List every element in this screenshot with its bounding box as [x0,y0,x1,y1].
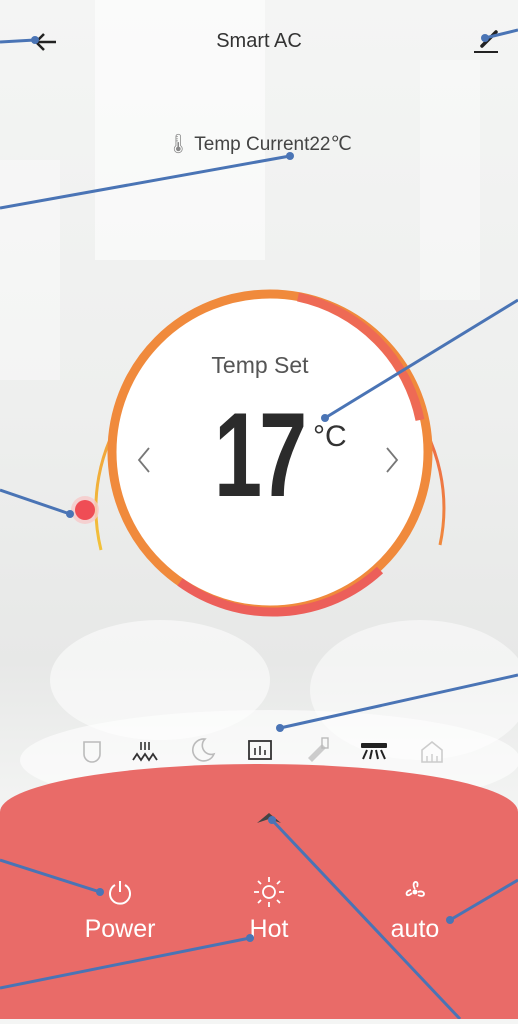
temp-set-value: 17 [214,388,307,522]
heat-mode-icon [132,742,158,762]
mode-button[interactable]: Hot [209,875,329,944]
air-flow-icon [361,743,387,760]
fan-swing-icon [308,737,329,762]
sleep-mode-icon [191,738,216,762]
power-icon [109,881,131,905]
dial-knob[interactable] [75,500,95,520]
fan-speed-button[interactable]: auto [355,875,475,944]
display-mode-icon [248,740,272,760]
air-flow-button[interactable] [354,730,394,770]
heat-mode-button[interactable] [125,730,165,770]
clean-mode-button[interactable] [412,730,452,770]
eco-mode-button[interactable] [72,730,112,770]
decrease-temp-button[interactable] [131,440,157,488]
power-button[interactable]: Power [60,875,180,944]
chevron-right-icon [386,447,399,473]
power-label: Power [84,915,156,943]
clean-mode-icon [421,740,443,763]
fan-speed-label: auto [390,915,440,943]
expand-panel-button[interactable] [253,807,285,827]
sun-icon [254,877,284,907]
increase-temp-button[interactable] [379,440,405,488]
chevron-left-icon [137,447,150,473]
chevron-up-icon [257,813,281,823]
fan-icon [405,881,425,897]
eco-mode-icon [83,741,101,763]
temp-unit: °C [313,420,347,453]
mode-label: Hot [249,915,289,943]
temp-set-label: Temp Set [211,352,309,378]
